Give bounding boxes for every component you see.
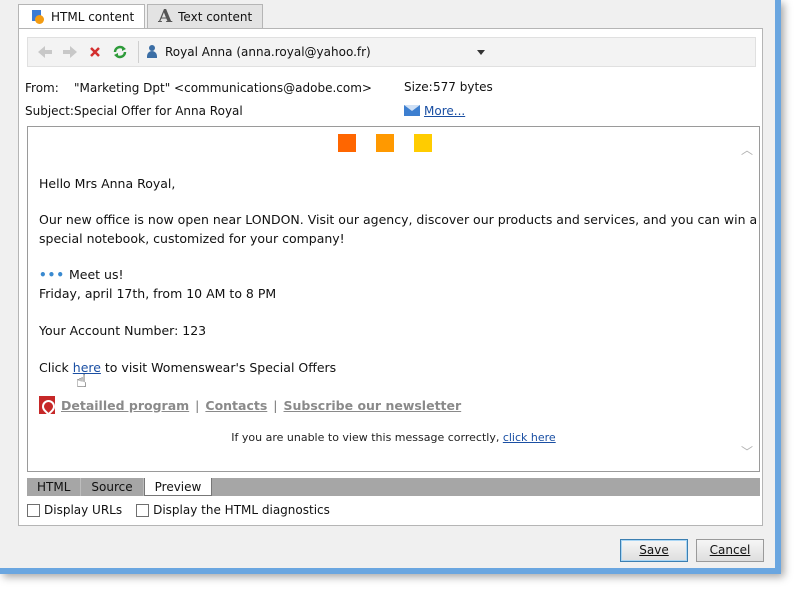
program-link[interactable]: Detailled program xyxy=(61,398,189,413)
envelope-icon xyxy=(404,105,420,116)
recipient-name: Royal Anna (anna.royal@yahoo.fr) xyxy=(165,45,371,59)
greeting-text: Hello Mrs Anna Royal, xyxy=(39,176,176,191)
yellow-square xyxy=(414,134,432,152)
account-number: Your Account Number: 123 xyxy=(39,323,207,338)
subject-value: Special Offer for Anna Royal xyxy=(74,104,243,118)
click-suffix: to visit Womenswear's Special Offers xyxy=(100,360,337,375)
tab-preview[interactable]: Preview xyxy=(143,478,213,496)
intro-line-2: special notebook, customized for your co… xyxy=(39,231,345,246)
tab-source[interactable]: Source xyxy=(81,478,144,496)
text-content-icon: A xyxy=(158,6,173,27)
link-separator: | xyxy=(195,397,200,413)
view-problem-line: If you are unable to view this message c… xyxy=(28,431,759,444)
recipient-selector[interactable]: Royal Anna (anna.royal@yahoo.fr) xyxy=(145,45,485,59)
person-icon xyxy=(145,45,159,59)
display-urls-label: Display URLs xyxy=(44,503,123,517)
scroll-down-icon[interactable]: ﹀ xyxy=(741,443,753,460)
html-content-icon xyxy=(29,9,45,25)
dialog-window: HTML content A Text content Royal Anna (… xyxy=(0,0,781,574)
tab-text-content-label: Text content xyxy=(178,9,253,24)
from-label: From: xyxy=(25,81,59,95)
pdf-icon xyxy=(39,396,55,414)
html-diagnostics-checkbox[interactable] xyxy=(136,503,150,517)
view-online-link[interactable]: click here xyxy=(503,431,556,444)
save-button-label: Save xyxy=(639,543,669,557)
cancel-button-label: Cancel xyxy=(709,543,751,557)
tab-html[interactable]: HTML xyxy=(27,478,82,496)
size-value: 577 bytes xyxy=(433,80,493,94)
content-panel: Royal Anna (anna.royal@yahoo.fr) From: "… xyxy=(18,28,763,526)
event-date: Friday, april 17th, from 10 AM to 8 PM xyxy=(39,286,277,301)
contacts-link[interactable]: Contacts xyxy=(205,398,267,413)
arrow-right-icon xyxy=(63,46,77,58)
options-row: Display URLs Display the HTML diagnostic… xyxy=(27,503,340,517)
back-button[interactable] xyxy=(34,41,56,63)
email-preview: Hello Mrs Anna Royal, Our new office is … xyxy=(27,126,760,472)
refresh-button[interactable] xyxy=(109,41,131,63)
forward-button[interactable] xyxy=(59,41,81,63)
more-link[interactable]: More... xyxy=(424,104,465,118)
delete-button[interactable] xyxy=(84,41,106,63)
chevron-down-icon[interactable] xyxy=(476,49,485,55)
close-icon xyxy=(90,47,100,57)
meet-us-text: Meet us! xyxy=(69,267,124,282)
tab-text-content[interactable]: A Text content xyxy=(147,4,264,28)
tab-html-content-label: HTML content xyxy=(51,10,135,24)
scroll-up-icon[interactable]: ︿ xyxy=(741,141,753,158)
amber-square xyxy=(376,134,394,152)
meet-us: ••• Meet us! xyxy=(39,267,124,282)
more-details[interactable]: More... xyxy=(404,104,465,118)
refresh-icon xyxy=(113,45,127,59)
from-value: "Marketing Dpt" <communications@adobe.co… xyxy=(74,81,372,95)
tab-html-content[interactable]: HTML content xyxy=(18,4,146,29)
click-prefix: Click xyxy=(39,360,73,375)
preview-toolbar: Royal Anna (anna.royal@yahoo.fr) xyxy=(27,37,756,67)
arrow-left-icon xyxy=(38,46,52,58)
hand-cursor-icon: ☝ xyxy=(76,371,87,392)
view-problem-text: If you are unable to view this message c… xyxy=(231,431,503,444)
subject-label: Subject: xyxy=(25,104,74,118)
view-mode-tabs: HTML Source Preview xyxy=(27,478,760,496)
html-diagnostics-label: Display the HTML diagnostics xyxy=(153,503,330,517)
content-tabs: HTML content A Text content xyxy=(18,4,265,29)
display-urls-checkbox[interactable] xyxy=(27,503,40,517)
save-button[interactable]: Save xyxy=(620,539,688,562)
toolbar-separator xyxy=(138,41,139,63)
link-separator: | xyxy=(273,397,278,413)
size-label: Size: xyxy=(404,80,433,94)
intro-line-1: Our new office is now open near LONDON. … xyxy=(39,212,758,227)
footer-links: Detailled program | Contacts | Subscribe… xyxy=(39,396,461,414)
cancel-button[interactable]: Cancel xyxy=(696,539,764,562)
orange-square xyxy=(338,134,356,152)
dots-icon: ••• xyxy=(39,268,66,282)
newsletter-link[interactable]: Subscribe our newsletter xyxy=(284,398,462,413)
